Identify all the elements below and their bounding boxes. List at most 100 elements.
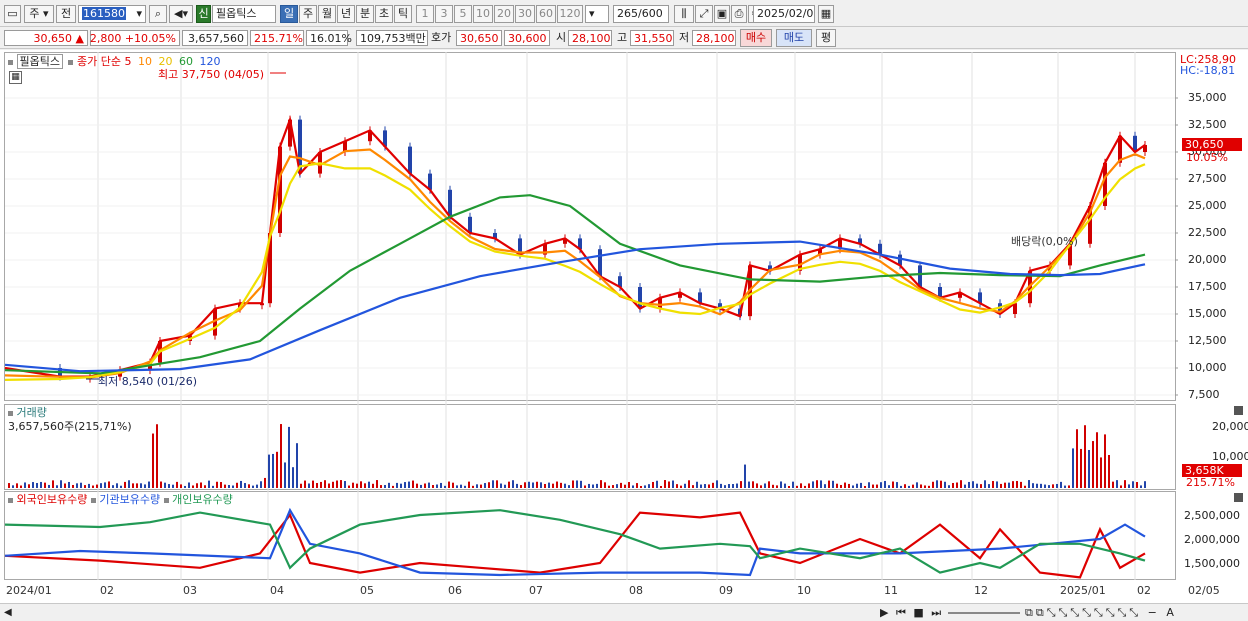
volume-bar xyxy=(1100,457,1102,488)
volume-bar xyxy=(68,481,70,488)
volume-bar xyxy=(884,480,886,488)
volume-bar xyxy=(572,480,574,488)
last-price-badge: 30,650 xyxy=(1182,138,1242,151)
chart-canvas xyxy=(4,52,1178,580)
zoom-slider[interactable] xyxy=(948,612,1020,614)
volume-bar xyxy=(236,482,238,488)
volume-bar xyxy=(924,485,926,488)
volume-bar xyxy=(1008,482,1010,488)
volume-bar xyxy=(444,485,446,488)
volume-bar xyxy=(224,484,226,488)
volume-pane-close-icon[interactable] xyxy=(1234,406,1243,415)
tool-icons[interactable]: ⧉⧉⤡⤡⤡⤡⤡⤡⤡⤡ − A xyxy=(1025,606,1177,620)
volume-bar xyxy=(44,482,46,488)
high-annotation: 최고 37,750 (04/05) xyxy=(158,68,265,81)
scroll-left-icon[interactable]: ◀ xyxy=(4,607,12,618)
volume-bar xyxy=(656,480,658,488)
volume-bar xyxy=(528,481,530,488)
volume-bar xyxy=(1132,481,1134,488)
volume-bar xyxy=(412,480,414,488)
volume-bar xyxy=(916,482,918,488)
x-axis-label: 04 xyxy=(270,584,284,597)
volume-bar xyxy=(400,483,402,488)
volume-bar xyxy=(456,485,458,488)
holdings-legend: 외국인보유수량 기관보유수량 개인보유수량 xyxy=(8,491,233,507)
volume-bar xyxy=(952,482,954,488)
volume-bar xyxy=(304,480,306,488)
volume-bar xyxy=(964,484,966,488)
volume-bar xyxy=(1136,482,1138,488)
volume-bar xyxy=(480,484,482,488)
volume-bar xyxy=(488,482,490,488)
legend-marker xyxy=(68,59,74,65)
volume-bar xyxy=(752,481,754,488)
x-axis-label: 05 xyxy=(360,584,374,597)
holdings-pane-close-icon[interactable] xyxy=(1234,493,1243,502)
volume-tick-20000k: 20,000K xyxy=(1212,420,1248,433)
volume-bar xyxy=(272,453,274,488)
volume-bar xyxy=(808,483,810,488)
volume-bar xyxy=(616,484,618,488)
volume-bar xyxy=(1120,485,1122,488)
volume-bar xyxy=(960,480,962,488)
x-axis-label: 08 xyxy=(629,584,643,597)
ma-legend-prefix: 종가 단순 xyxy=(76,55,121,68)
volume-bar xyxy=(124,481,126,488)
volume-bar xyxy=(28,484,30,488)
volume-bar xyxy=(648,484,650,488)
volume-bar xyxy=(548,482,550,488)
volume-bar xyxy=(912,484,914,488)
volume-value: 3,657,560주(215,71%) xyxy=(8,420,132,433)
volume-bar xyxy=(1004,482,1006,488)
volume-bar xyxy=(1052,484,1054,488)
volume-bar xyxy=(364,483,366,488)
volume-bar xyxy=(976,483,978,488)
volume-bar xyxy=(836,483,838,488)
volume-bar xyxy=(624,484,626,488)
x-axis-label: 02 xyxy=(1137,584,1151,597)
volume-bar xyxy=(104,482,106,488)
volume-bar xyxy=(116,483,118,488)
playback-controls[interactable]: ▶ ⏮ ■ ⏭ xyxy=(880,606,943,620)
volume-bar xyxy=(340,480,342,488)
volume-bar xyxy=(776,485,778,488)
volume-bar xyxy=(804,485,806,488)
pane-stock-name[interactable]: 필옵틱스 xyxy=(16,54,63,69)
volume-bar xyxy=(508,481,510,488)
volume-bar xyxy=(1128,484,1130,488)
ma-10-label: 10 xyxy=(137,55,152,68)
x-axis-label: 2024/01 xyxy=(6,584,52,597)
volume-bar xyxy=(260,481,262,488)
volume-bar xyxy=(784,483,786,488)
volume-bar xyxy=(1144,481,1146,488)
price-tick-label: 20,000 xyxy=(1188,253,1227,266)
table-icon[interactable]: ▦ xyxy=(9,71,22,84)
volume-bar xyxy=(280,424,282,488)
volume-bar xyxy=(612,485,614,488)
volume-bar xyxy=(864,485,866,488)
volume-bar xyxy=(96,484,98,488)
volume-bar xyxy=(728,484,730,488)
bottom-scrollbar[interactable]: ◀ ▶ ⏮ ■ ⏭ ⧉⧉⤡⤡⤡⤡⤡⤡⤡⤡ − A xyxy=(0,603,1248,621)
volume-bar xyxy=(1088,449,1090,488)
holdings-tick-2500000: 2,500,000 xyxy=(1184,509,1240,522)
volume-bar xyxy=(396,482,398,488)
volume-bar xyxy=(1108,454,1110,488)
candle-body xyxy=(408,146,412,174)
price-tick-label: 10,000 xyxy=(1188,361,1227,374)
individual-holdings-label: 개인보유수량 xyxy=(172,493,233,506)
volume-bar xyxy=(332,481,334,488)
volume-bar xyxy=(188,482,190,488)
volume-bar xyxy=(1048,485,1050,488)
volume-bar xyxy=(1036,483,1038,488)
volume-bar xyxy=(604,482,606,488)
volume-bar xyxy=(660,485,662,488)
volume-bar xyxy=(460,484,462,488)
volume-bar xyxy=(36,483,38,488)
volume-bar xyxy=(40,481,42,488)
volume-bar xyxy=(120,485,122,488)
volume-bar xyxy=(384,484,386,488)
x-axis-label: 10 xyxy=(797,584,811,597)
volume-bar xyxy=(184,485,186,488)
holdings-tick-1500000: 1,500,000 xyxy=(1184,557,1240,570)
